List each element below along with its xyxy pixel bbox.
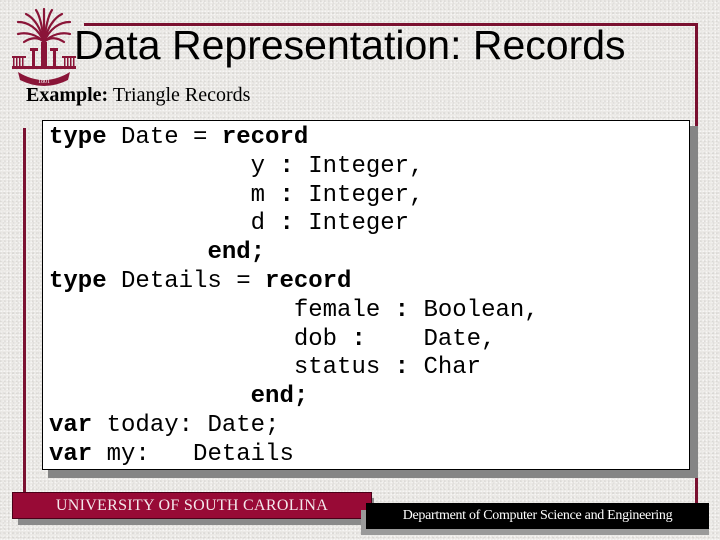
code-text: m bbox=[49, 181, 280, 209]
code-keyword: var bbox=[49, 411, 93, 439]
code-text: Char bbox=[409, 354, 482, 382]
code-text: dob bbox=[49, 325, 352, 353]
usc-palmetto-seal-icon: 1801 bbox=[8, 7, 80, 86]
code-listing: type Date = record y : Integer, m : Inte… bbox=[49, 124, 539, 470]
code-keyword: end; bbox=[207, 239, 266, 267]
code-text: Date = bbox=[106, 124, 222, 151]
code-line: type Details = record bbox=[49, 268, 539, 297]
code-line: d : Integer bbox=[49, 210, 539, 239]
code-line: end; bbox=[49, 383, 539, 412]
code-text: Integer, bbox=[293, 181, 424, 209]
code-line: var my: Details bbox=[49, 441, 539, 470]
department-banner: Department of Computer Science and Engin… bbox=[366, 503, 709, 529]
slide-title: Data Representation: Records bbox=[74, 22, 626, 68]
code-line: m : Integer, bbox=[49, 182, 539, 211]
code-text: Integer bbox=[293, 210, 410, 238]
code-line: var today: Date; bbox=[49, 412, 539, 441]
code-text: Integer, bbox=[293, 152, 424, 180]
code-line: end; bbox=[49, 239, 539, 268]
university-banner: UNIVERSITY OF SOUTH CAROLINA bbox=[12, 492, 372, 519]
frame-left-rule bbox=[23, 128, 26, 506]
code-keyword: record bbox=[221, 124, 309, 151]
subtitle-text: Triangle Records bbox=[108, 84, 251, 106]
code-line: type Date = record bbox=[49, 124, 539, 153]
code-text: d bbox=[49, 210, 280, 238]
code-text: Details = bbox=[106, 267, 266, 295]
code-text: female bbox=[49, 296, 395, 324]
code-text: Date, bbox=[365, 325, 496, 353]
code-keyword: type bbox=[49, 124, 107, 151]
code-keyword: type bbox=[49, 267, 107, 295]
code-keyword: : bbox=[279, 210, 294, 238]
code-keyword: : bbox=[351, 325, 366, 353]
code-text: Boolean, bbox=[409, 296, 539, 324]
code-keyword: : bbox=[394, 296, 410, 324]
code-text: my: Details bbox=[92, 440, 294, 468]
code-line: female : Boolean, bbox=[49, 297, 539, 326]
code-keyword: var bbox=[49, 440, 93, 468]
code-line: status : Char bbox=[49, 354, 539, 383]
code-line: y : Integer, bbox=[49, 153, 539, 182]
code-keyword: : bbox=[394, 354, 410, 382]
code-keyword: record bbox=[265, 267, 352, 295]
subtitle-label: Example: bbox=[26, 84, 109, 106]
code-text: y bbox=[49, 152, 280, 180]
code-line: dob : Date, bbox=[49, 326, 539, 355]
code-keyword: end; bbox=[250, 383, 309, 411]
code-text: status bbox=[49, 354, 395, 382]
code-keyword: : bbox=[279, 152, 294, 180]
slide-subtitle: Example: Triangle Records bbox=[26, 84, 250, 107]
code-keyword: : bbox=[279, 181, 294, 209]
code-text: today: Date; bbox=[92, 411, 280, 439]
